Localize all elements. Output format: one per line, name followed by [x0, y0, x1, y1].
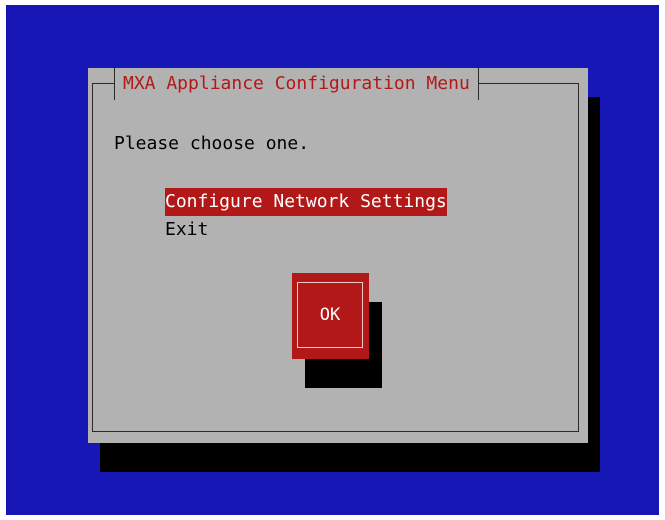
dialog-title-bar: MXA Appliance Configuration Menu	[114, 68, 479, 100]
configuration-dialog: MXA Appliance Configuration Menu Please …	[88, 68, 588, 443]
terminal-screen: MXA Appliance Configuration Menu Please …	[6, 5, 659, 515]
dialog-prompt: Please choose one.	[114, 133, 310, 154]
dialog-title: MXA Appliance Configuration Menu	[123, 73, 470, 94]
ok-button-label: OK	[297, 282, 363, 348]
menu-item-configure-network[interactable]: Configure Network Settings	[165, 188, 447, 216]
menu-item-label: Exit	[165, 219, 209, 240]
ok-button[interactable]: OK	[292, 273, 369, 359]
menu-item-label: Configure Network Settings	[165, 188, 447, 216]
menu-item-exit[interactable]: Exit	[165, 216, 447, 244]
menu-list: Configure Network Settings Exit	[165, 188, 447, 244]
